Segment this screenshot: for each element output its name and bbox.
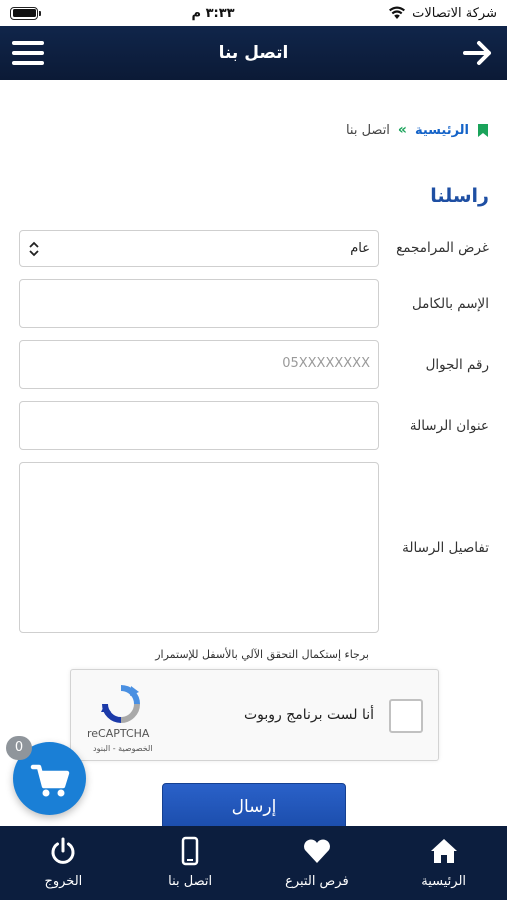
tab-contact-label: اتصل بنا xyxy=(168,874,213,889)
tab-donation-label: فرص التبرع xyxy=(285,874,349,889)
select-arrows-icon xyxy=(29,241,39,257)
recaptcha-brand: reCAPTCHA xyxy=(87,727,150,740)
mobile-placeholder: 05XXXXXXXX xyxy=(282,356,370,371)
home-icon xyxy=(430,839,457,863)
breadcrumb-current: اتصل بنا xyxy=(345,122,390,138)
tab-home[interactable]: الرئيسية xyxy=(380,826,507,900)
battery-icon xyxy=(10,6,41,20)
form-title: راسلنا xyxy=(430,185,489,207)
tab-donation-opportunities[interactable]: فرص التبرع xyxy=(254,826,381,900)
breadcrumb-separator: » xyxy=(397,122,407,138)
page-title: اتصل بنا xyxy=(218,43,289,63)
status-bar: ٣:٣٣ م شركة الاتصالات xyxy=(0,0,507,26)
program-purpose-value: عام xyxy=(350,241,370,256)
full-name-input[interactable] xyxy=(19,279,379,328)
bookmark-icon xyxy=(478,123,488,137)
recaptcha-widget: أنا لست برنامج روبوت reCAPTCHA الخصوصية … xyxy=(70,669,439,761)
tab-home-label: الرئيسية xyxy=(421,874,467,889)
tab-contact-us[interactable]: اتصل بنا xyxy=(127,826,254,900)
recaptcha-checkbox[interactable] xyxy=(389,699,423,733)
status-time: ٣:٣٣ م xyxy=(191,5,235,21)
carrier-name: شركة الاتصالات xyxy=(412,5,497,21)
recaptcha-note: برجاء إستكمال التحقق الآلي بالأسفل للإست… xyxy=(155,648,369,661)
status-carrier-group: شركة الاتصالات xyxy=(388,6,497,21)
phone-icon xyxy=(181,836,199,866)
subject-label: عنوان الرسالة xyxy=(409,418,489,434)
cart-count-badge: 0 xyxy=(6,736,32,760)
tab-logout-label: الخروج xyxy=(44,874,83,889)
subject-input[interactable] xyxy=(19,401,379,450)
bottom-tab-bar: الرئيسية فرص التبرع اتصل بنا الخروج xyxy=(0,826,507,900)
full-name-label: الإسم بالكامل xyxy=(411,296,489,312)
power-icon xyxy=(51,837,75,864)
mobile-label: رقم الجوال xyxy=(425,357,489,373)
hamburger-menu-icon[interactable] xyxy=(12,38,44,68)
wifi-icon xyxy=(389,6,406,19)
tab-logout[interactable]: الخروج xyxy=(0,826,127,900)
recaptcha-terms-link[interactable]: الخصوصية - البنود xyxy=(93,744,153,753)
recaptcha-logo-icon xyxy=(101,685,140,723)
app-header: اتصل بنا xyxy=(0,26,507,80)
breadcrumb: الرئيسية » اتصل بنا xyxy=(346,122,489,138)
details-label: تفاصيل الرسالة xyxy=(402,540,489,556)
mobile-input[interactable]: 05XXXXXXXX xyxy=(19,340,379,389)
back-arrow-icon[interactable] xyxy=(461,36,495,70)
program-purpose-label: غرض المرامجمع xyxy=(396,240,489,256)
program-purpose-select[interactable]: عام xyxy=(19,230,379,267)
breadcrumb-home-link[interactable]: الرئيسية xyxy=(415,123,469,138)
details-textarea[interactable] xyxy=(19,462,379,633)
recaptcha-label: أنا لست برنامج روبوت xyxy=(243,707,374,723)
heart-icon xyxy=(303,839,330,863)
